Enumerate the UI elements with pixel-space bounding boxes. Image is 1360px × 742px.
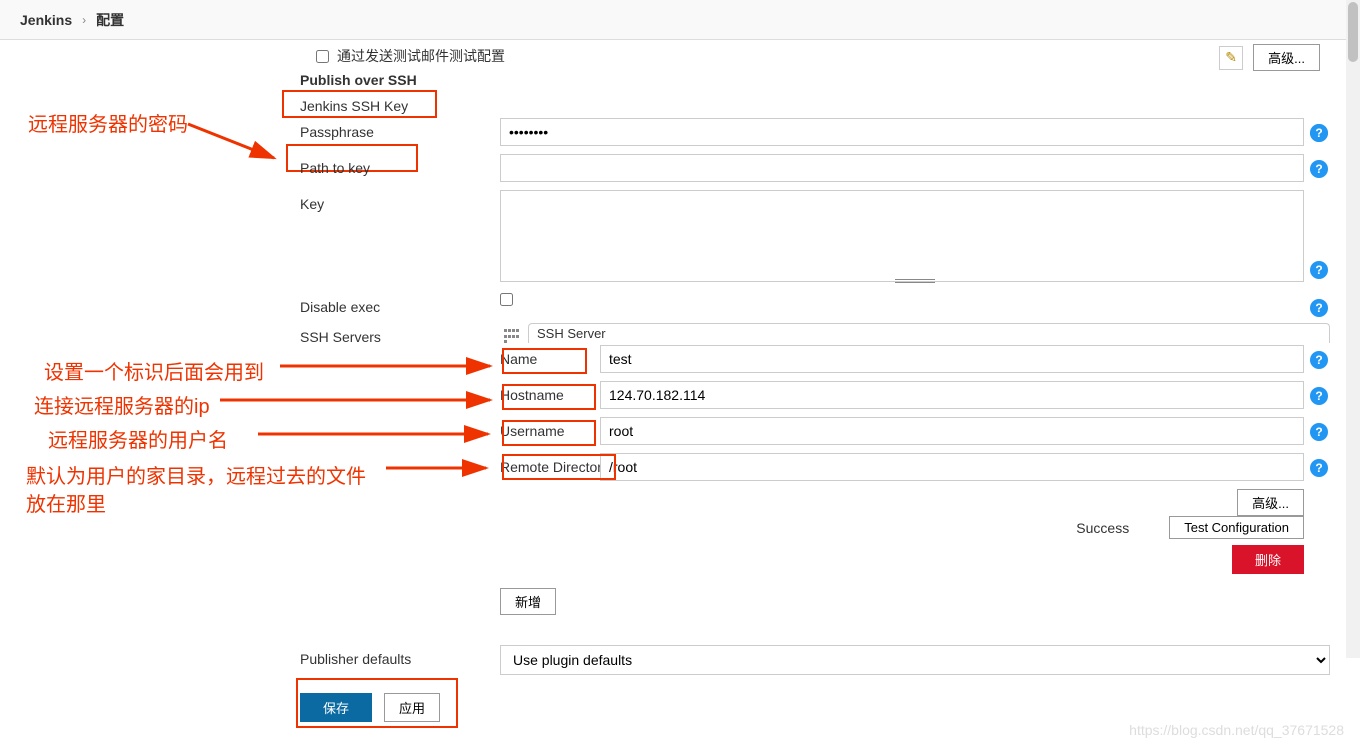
- help-icon[interactable]: ?: [1310, 299, 1328, 317]
- key-label: Key: [300, 190, 500, 212]
- apply-button[interactable]: 应用: [384, 693, 440, 722]
- help-icon[interactable]: ?: [1310, 261, 1328, 279]
- hostname-label: Hostname: [500, 381, 600, 403]
- ssh-server-block-title: SSH Server: [528, 323, 1330, 343]
- key-textarea[interactable]: [500, 190, 1304, 282]
- username-label: Username: [500, 417, 600, 439]
- name-input[interactable]: [600, 345, 1304, 373]
- add-button[interactable]: 新增: [500, 588, 556, 615]
- status-success: Success: [1076, 520, 1129, 536]
- help-icon[interactable]: ?: [1310, 124, 1328, 142]
- annotation-password: 远程服务器的密码: [28, 108, 188, 137]
- path-to-key-label: Path to key: [300, 154, 500, 176]
- publisher-defaults-label: Publisher defaults: [300, 645, 500, 667]
- chevron-right-icon: ›: [82, 13, 86, 27]
- remote-dir-label: Remote Directory: [500, 453, 610, 475]
- hostname-input[interactable]: [600, 381, 1304, 409]
- passphrase-label: Passphrase: [300, 118, 500, 140]
- breadcrumb-bar: Jenkins › 配置: [0, 0, 1360, 40]
- breadcrumb-page[interactable]: 配置: [96, 10, 124, 30]
- help-icon[interactable]: ?: [1310, 387, 1328, 405]
- disable-exec-label: Disable exec: [300, 293, 500, 315]
- advanced-button[interactable]: 高级...: [1237, 489, 1304, 516]
- delete-button[interactable]: 删除: [1232, 545, 1304, 574]
- test-mail-row: 通过发送测试邮件测试配置: [300, 46, 1330, 66]
- annotation-user: 远程服务器的用户名: [48, 424, 228, 453]
- username-input[interactable]: [600, 417, 1304, 445]
- ssh-servers-label: SSH Servers: [300, 323, 500, 345]
- name-label: Name: [500, 345, 600, 367]
- annotation-host: 连接远程服务器的ip: [34, 390, 210, 419]
- drag-handle-icon[interactable]: [504, 329, 520, 345]
- help-icon[interactable]: ?: [1310, 423, 1328, 441]
- test-mail-checkbox[interactable]: [316, 50, 329, 63]
- annotation-dir-2: 放在那里: [26, 488, 106, 517]
- arrow-icon: [188, 112, 288, 172]
- help-icon[interactable]: ?: [1310, 160, 1328, 178]
- remote-dir-input[interactable]: [600, 453, 1304, 481]
- passphrase-input[interactable]: [500, 118, 1304, 146]
- test-configuration-button[interactable]: Test Configuration: [1169, 516, 1304, 539]
- jenkins-ssh-key-label: Jenkins SSH Key: [300, 94, 1330, 118]
- annotation-name: 设置一个标识后面会用到: [44, 356, 264, 385]
- publisher-defaults-select[interactable]: Use plugin defaults: [500, 645, 1330, 675]
- resize-handle[interactable]: [895, 279, 935, 283]
- publish-ssh-header: Publish over SSH: [300, 66, 1330, 94]
- disable-exec-checkbox[interactable]: [500, 293, 513, 306]
- watermark: https://blog.csdn.net/qq_37671528: [1129, 722, 1344, 738]
- help-icon[interactable]: ?: [1310, 351, 1328, 369]
- test-mail-label: 通过发送测试邮件测试配置: [337, 46, 505, 66]
- save-button[interactable]: 保存: [300, 693, 372, 722]
- path-to-key-input[interactable]: [500, 154, 1304, 182]
- breadcrumb-root[interactable]: Jenkins: [20, 12, 72, 28]
- help-icon[interactable]: ?: [1310, 459, 1328, 477]
